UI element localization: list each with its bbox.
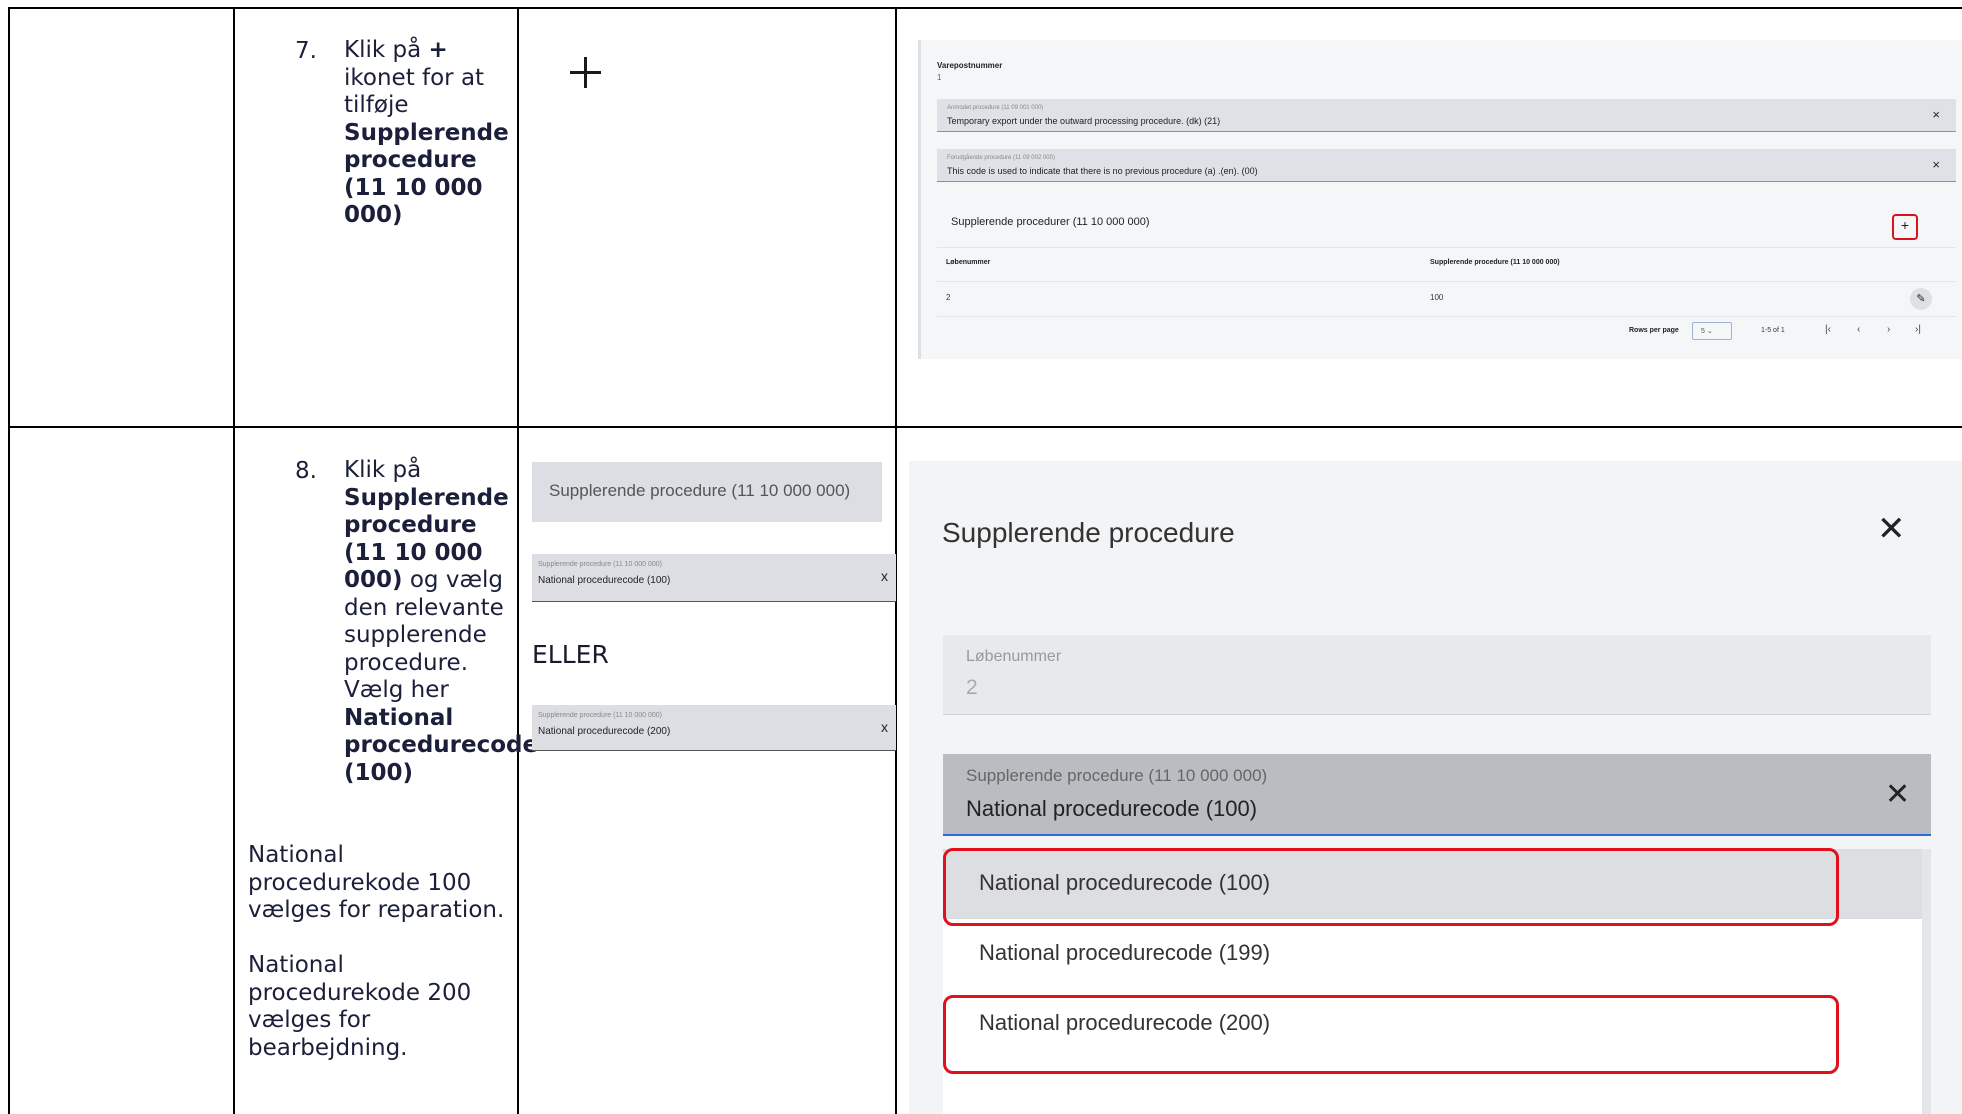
field-value: National procedurecode (200)	[538, 726, 671, 737]
screenshot-supplerende-procedurer: Varepostnummer 1 Anmodet procedure (11 0…	[918, 40, 1962, 359]
lobenummer-field: Løbenummer 2	[943, 635, 1931, 715]
supplerende-procedure-field-200[interactable]: Supplerende procedure (11 10 000 000) Na…	[532, 705, 896, 751]
table-row-divider	[8, 426, 1962, 428]
prev-page-icon[interactable]: ‹	[1857, 324, 1860, 335]
table-cell-supplerende: 100	[1430, 293, 1444, 302]
supplerende-procedure-select[interactable]: Supplerende procedure (11 10 000 000) Na…	[943, 754, 1931, 836]
clear-icon[interactable]: ×	[1932, 107, 1940, 122]
varepost-value: 1	[937, 73, 942, 82]
note-bearbejdning: National procedurekode 200 vælges for be…	[248, 952, 472, 1061]
next-page-icon[interactable]: ›	[1887, 324, 1890, 335]
field-label: Løbenummer	[966, 648, 1062, 665]
field-value: 2	[966, 676, 978, 699]
close-icon[interactable]: ✕	[1877, 509, 1906, 549]
anmodet-procedure-field[interactable]: Anmodet procedure (11 09 001 000) Tempor…	[937, 99, 1956, 132]
forudgaaende-procedure-field[interactable]: Forudgående procedure (11 09 002 000) Th…	[937, 149, 1956, 182]
field-value: National procedurecode (100)	[966, 796, 1258, 821]
add-button[interactable]: +	[1892, 214, 1918, 240]
step-number: 7.	[295, 38, 317, 64]
rows-per-page-select[interactable]: 5 ⌄	[1692, 322, 1732, 340]
divider	[937, 247, 1956, 248]
scrollbar[interactable]	[1922, 849, 1931, 1114]
field-label: Anmodet procedure (11 09 001 000)	[947, 105, 1044, 111]
dropdown-option[interactable]: National procedurecode (199)	[943, 919, 1922, 989]
last-page-icon[interactable]: ›|	[1915, 324, 1921, 335]
dialog-title: Supplerende procedure	[942, 517, 1235, 548]
plus-icon: +	[1900, 217, 1910, 233]
column-header-lobenummer: Løbenummer	[946, 259, 991, 266]
field-label: Supplerende procedure (11 10 000 000)	[966, 766, 1268, 785]
step-number: 8.	[295, 458, 317, 484]
table-cell-lobenummer: 2	[946, 293, 951, 302]
clear-icon[interactable]: x	[881, 719, 888, 735]
clear-icon[interactable]: ×	[1932, 157, 1940, 172]
step-instruction: Klik på Supplerende procedure (11 10 000…	[344, 457, 539, 786]
eller-label: ELLER	[532, 640, 609, 669]
field-label: Forudgående procedure (11 09 002 000)	[947, 155, 1055, 161]
note-reparation: National procedurekode 100 vælges for re…	[248, 842, 505, 923]
varepost-label: Varepostnummer	[937, 61, 1003, 70]
step-instruction: Klik på + ikonet for at tilføje Supplere…	[344, 37, 509, 228]
edit-icon[interactable]: ✎	[1910, 288, 1932, 310]
divider	[937, 281, 1956, 282]
supplerende-procedure-field-100[interactable]: Supplerende procedure (11 10 000 000) Na…	[532, 554, 896, 602]
clear-icon[interactable]: x	[881, 568, 888, 584]
table-left-border	[8, 7, 10, 1114]
table-top-border	[8, 7, 1962, 9]
column-header-supplerende: Supplerende procedure (11 10 000 000)	[1430, 259, 1560, 266]
pagination-range: 1-5 of 1	[1761, 327, 1785, 334]
field-value: Temporary export under the outward proce…	[947, 116, 1221, 126]
section-title: Supplerende procedurer (11 10 000 000)	[951, 216, 1150, 228]
clear-icon[interactable]: ✕	[1885, 777, 1910, 812]
table-col-divider-1	[233, 7, 235, 1114]
button-label: Supplerende procedure (11 10 000 000)	[549, 481, 851, 500]
field-label: Supplerende procedure (11 10 000 000)	[538, 561, 663, 568]
supplerende-procedure-button[interactable]: Supplerende procedure (11 10 000 000)	[532, 462, 882, 522]
rows-per-page-label: Rows per page	[1629, 327, 1679, 334]
table-col-divider-2	[517, 7, 519, 1114]
highlight-option-100	[943, 848, 1839, 926]
highlight-option-200	[943, 995, 1839, 1074]
panel-edge	[918, 40, 921, 359]
field-value: National procedurecode (100)	[538, 575, 671, 586]
divider	[937, 316, 1956, 317]
first-page-icon[interactable]: |‹	[1825, 324, 1831, 335]
field-value: This code is used to indicate that there…	[947, 166, 1258, 176]
plus-icon	[568, 55, 604, 91]
field-label: Supplerende procedure (11 10 000 000)	[538, 712, 663, 719]
